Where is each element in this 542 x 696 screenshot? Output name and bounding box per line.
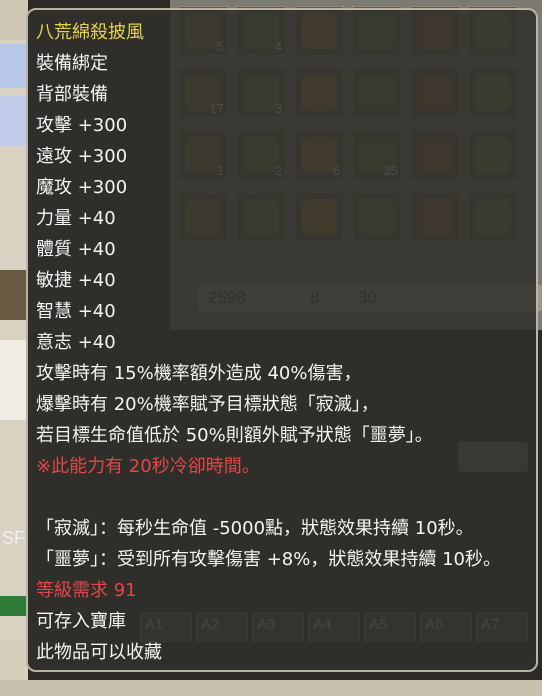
- skill-icon[interactable]: [0, 96, 28, 146]
- bottom-bar: [0, 680, 542, 696]
- effect-line: 若目標生命值低於 50%則額外賦予狀態「噩夢」。: [36, 425, 433, 446]
- item-name: 八荒綿殺披風: [36, 22, 144, 43]
- stat-line: 力量 +40: [36, 208, 116, 229]
- effect-line: 攻擊時有 15%機率額外造成 40%傷害，: [36, 363, 362, 384]
- equip-slot: 背部裝備: [36, 84, 108, 105]
- item-tooltip: 八荒綿殺披風 裝備綁定 背部裝備 攻擊 +300 遠攻 +300 魔攻 +300…: [26, 8, 538, 672]
- level-requirement: 等級需求 91: [36, 580, 137, 601]
- item-icon[interactable]: [0, 270, 28, 320]
- stat-line: 攻擊 +300: [36, 115, 128, 136]
- bind-status: 裝備綁定: [36, 53, 108, 74]
- side-label: SF: [2, 528, 26, 548]
- stat-line: 智慧 +40: [36, 301, 116, 322]
- effect-line: 爆擊時有 20%機率賦予目標狀態「寂滅」，: [36, 394, 379, 415]
- green-bar: [0, 596, 28, 616]
- collectible-note: 此物品可以收藏: [36, 642, 162, 663]
- stat-line: 魔攻 +300: [36, 177, 128, 198]
- stat-line: 意志 +40: [36, 332, 116, 353]
- left-panel: [0, 0, 28, 696]
- stat-line: 遠攻 +300: [36, 146, 128, 167]
- status-definition: 「噩夢」：受到所有攻擊傷害 +8%，狀態效果持續 10秒。: [36, 549, 501, 570]
- stat-line: 敏捷 +40: [36, 270, 116, 291]
- stat-line: 體質 +40: [36, 239, 116, 260]
- status-definition: 「寂滅」：每秒生命值 -5000點，狀態效果持續 10秒。: [36, 518, 474, 539]
- skill-icon[interactable]: [0, 44, 28, 88]
- cooldown-note: ※此能力有 20秒冷卻時間。: [36, 456, 260, 477]
- storable-note: 可存入寶庫: [36, 611, 126, 632]
